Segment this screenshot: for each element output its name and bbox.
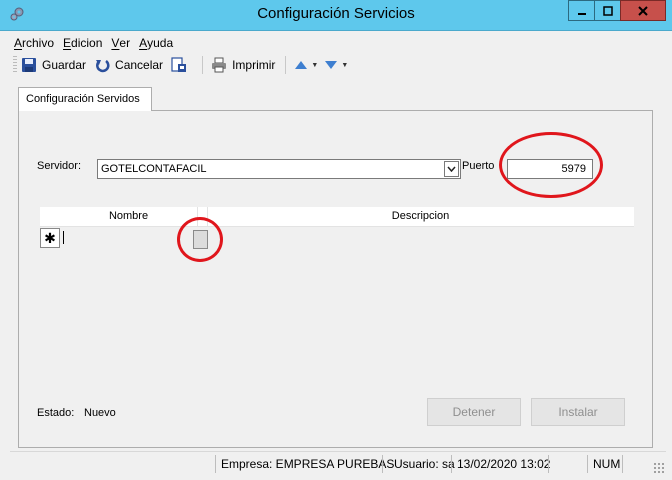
statusbar-divider	[548, 455, 549, 473]
close-button[interactable]	[620, 0, 666, 21]
resize-grip[interactable]	[653, 462, 664, 473]
statusbar-empresa: Empresa: EMPRESA PUREBAS	[221, 457, 395, 471]
minimize-icon	[577, 12, 586, 15]
port-label: Puerto	[462, 160, 495, 172]
statusbar-divider	[451, 455, 452, 473]
close-icon	[638, 5, 648, 16]
print-button[interactable]: Imprimir	[211, 57, 275, 73]
chevron-down-icon: ▼	[311, 61, 319, 69]
stop-button[interactable]: Detener	[427, 398, 521, 426]
tab-configuracion-servidos[interactable]: Configuración Servidos	[18, 87, 152, 111]
statusbar-divider	[622, 455, 623, 473]
server-select[interactable]: GOTELCONTAFACIL	[97, 159, 461, 179]
menu-bar: Archivo Edicion Ver Ayuda	[10, 33, 666, 53]
services-grid[interactable]: Nombre Descripcion ✱	[40, 207, 634, 417]
tab-area: Configuración Servidos Servidor: GOTELCO…	[10, 85, 656, 451]
statusbar-num: NUM	[593, 457, 621, 471]
toolbar-separator-2	[285, 56, 287, 74]
printer-icon	[212, 57, 227, 73]
chevron-down-icon: ▼	[341, 61, 349, 69]
maximize-button[interactable]	[594, 0, 621, 21]
highlight-ring-cell-button	[177, 217, 223, 262]
status-value: Nuevo	[84, 407, 116, 419]
toolbar: Guardar Cancelar Imprimir ▼ ▼	[10, 53, 666, 77]
minimize-button[interactable]	[568, 0, 595, 21]
server-dropdown-button[interactable]	[444, 161, 459, 177]
title-bar[interactable]: Configuración Servicios	[0, 0, 672, 31]
server-value: GOTELCONTAFACIL	[101, 163, 207, 175]
menu-ayuda[interactable]: Ayuda	[139, 36, 173, 50]
arrow-up-icon	[295, 61, 308, 69]
grid-header: Nombre Descripcion	[40, 207, 634, 227]
new-row-marker[interactable]: ✱	[40, 228, 60, 248]
server-label: Servidor:	[37, 160, 82, 172]
text-cursor	[63, 231, 64, 244]
statusbar-divider	[215, 455, 216, 473]
menu-ver[interactable]: Ver	[111, 36, 130, 50]
save-label: Guardar	[42, 58, 87, 72]
print-preview-icon	[171, 57, 187, 72]
column-header-nombre[interactable]: Nombre	[60, 207, 197, 227]
status-label: Estado:	[37, 407, 75, 419]
move-down-dropdown[interactable]: ▼	[324, 59, 348, 71]
status-bar: Empresa: EMPRESA PUREBAS Usuario: sa 13/…	[10, 451, 666, 475]
install-button[interactable]: Instalar	[531, 398, 625, 426]
statusbar-divider	[382, 455, 383, 473]
toolbar-grip[interactable]	[13, 56, 17, 74]
cancel-button[interactable]: Cancelar	[94, 57, 163, 73]
undo-icon	[96, 59, 110, 73]
tab-panel: Servidor: GOTELCONTAFACIL Puerto 5979 No…	[18, 110, 653, 448]
menu-edicion[interactable]: Edicion	[63, 36, 102, 50]
statusbar-datetime: 13/02/2020 13:02	[457, 457, 551, 471]
save-button[interactable]: Guardar	[21, 57, 86, 73]
column-header-descripcion[interactable]: Descripcion	[207, 207, 634, 227]
chevron-down-icon	[447, 166, 456, 172]
statusbar-usuario: Usuario: sa	[394, 457, 455, 471]
print-label: Imprimir	[232, 58, 276, 72]
highlight-ring-port	[499, 132, 603, 198]
move-up-dropdown[interactable]: ▼	[294, 59, 318, 71]
menu-archivo[interactable]: Archivo	[14, 36, 54, 50]
print-preview-button[interactable]	[171, 57, 192, 73]
maximize-icon	[602, 5, 613, 16]
toolbar-separator	[202, 56, 204, 74]
cancel-label: Cancelar	[115, 58, 164, 72]
statusbar-divider	[587, 455, 588, 473]
arrow-down-icon	[325, 61, 338, 69]
floppy-disk-icon	[22, 58, 36, 72]
